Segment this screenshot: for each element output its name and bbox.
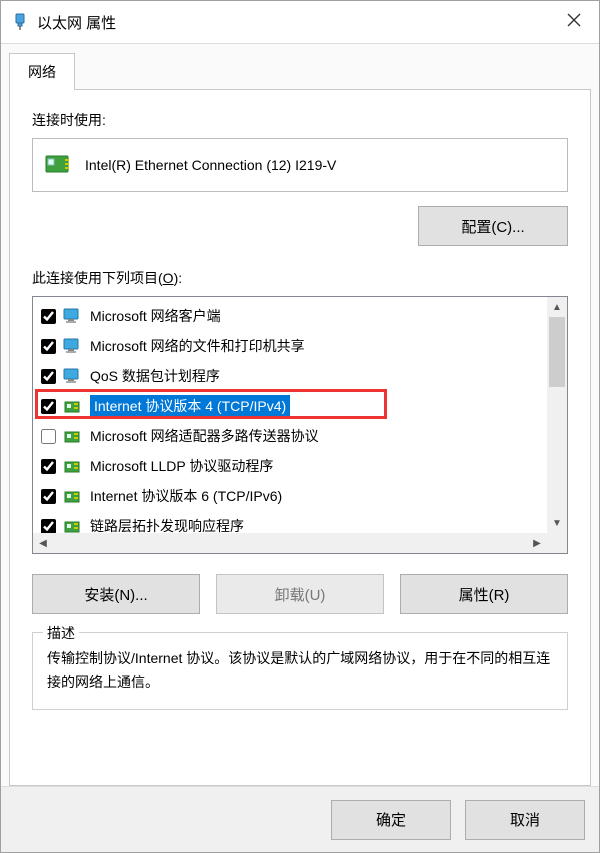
list-item-checkbox[interactable] xyxy=(41,399,56,414)
protocol-icon xyxy=(62,516,84,533)
ok-button[interactable]: 确定 xyxy=(331,800,451,840)
list-item[interactable]: Microsoft 网络适配器多路传送器协议 xyxy=(37,421,547,451)
scroll-right-arrow-icon[interactable]: ▶ xyxy=(527,533,547,553)
properties-button[interactable]: 属性(R) xyxy=(400,574,568,614)
list-item-checkbox[interactable] xyxy=(41,309,56,324)
dialog-body: 网络 连接时使用: Intel(R) Ethernet Connection (… xyxy=(1,43,599,852)
list-item-label: Microsoft 网络适配器多路传送器协议 xyxy=(90,426,319,446)
list-item-label: 链路层拓扑发现响应程序 xyxy=(90,516,244,533)
horizontal-scrollbar[interactable]: ◀ ▶ xyxy=(33,533,547,553)
list-item-label: Internet 协议版本 6 (TCP/IPv6) xyxy=(90,486,282,506)
list-item-checkbox[interactable] xyxy=(41,429,56,444)
description-text: 传输控制协议/Internet 协议。该协议是默认的广域网络协议，用于在不同的相… xyxy=(47,647,553,695)
list-item-checkbox[interactable] xyxy=(41,369,56,384)
titlebar: 以太网 属性 xyxy=(1,1,599,43)
client-icon xyxy=(62,366,84,386)
items-label: 此连接使用下列项目(O): xyxy=(32,268,568,288)
scroll-up-arrow-icon[interactable]: ▲ xyxy=(547,297,567,317)
list-item[interactable]: Internet 协议版本 6 (TCP/IPv6) xyxy=(37,481,547,511)
connect-using-label: 连接时使用: xyxy=(32,110,568,130)
adapter-box: Intel(R) Ethernet Connection (12) I219-V xyxy=(32,138,568,192)
scroll-left-arrow-icon[interactable]: ◀ xyxy=(33,533,53,553)
close-icon xyxy=(567,12,581,32)
ethernet-icon xyxy=(11,13,29,31)
client-icon xyxy=(62,306,84,326)
list-item-label: QoS 数据包计划程序 xyxy=(90,366,220,386)
scroll-track[interactable] xyxy=(547,317,567,513)
client-icon xyxy=(62,336,84,356)
vertical-scrollbar[interactable]: ▲ ▼ xyxy=(547,297,567,533)
cancel-button[interactable]: 取消 xyxy=(465,800,585,840)
list-item[interactable]: Microsoft 网络客户端 xyxy=(37,301,547,331)
list-item-label: Microsoft 网络客户端 xyxy=(90,306,221,326)
install-button-label: 安装(N)... xyxy=(84,584,147,605)
dialog-footer: 确定 取消 xyxy=(1,786,599,852)
protocol-icon xyxy=(62,426,84,446)
tab-network[interactable]: 网络 xyxy=(9,53,75,90)
list-item-checkbox[interactable] xyxy=(41,489,56,504)
description-group: 描述 传输控制协议/Internet 协议。该协议是默认的广域网络协议，用于在不… xyxy=(32,632,568,710)
list-item[interactable]: 链路层拓扑发现响应程序 xyxy=(37,511,547,533)
cancel-button-label: 取消 xyxy=(510,809,540,830)
scroll-thumb[interactable] xyxy=(549,317,565,387)
description-legend: 描述 xyxy=(43,623,79,643)
list-item-checkbox[interactable] xyxy=(41,519,56,534)
nic-icon xyxy=(45,153,73,177)
list-item[interactable]: Internet 协议版本 4 (TCP/IPv4) xyxy=(37,391,547,421)
list-item-checkbox[interactable] xyxy=(41,339,56,354)
install-button[interactable]: 安装(N)... xyxy=(32,574,200,614)
tab-panel-network: 连接时使用: Intel(R) Ethernet Connection (12)… xyxy=(9,89,591,786)
protocol-icon xyxy=(62,486,84,506)
list-item-label: Internet 协议版本 4 (TCP/IPv4) xyxy=(90,395,290,417)
list-item-label: Microsoft 网络的文件和打印机共享 xyxy=(90,336,305,356)
adapter-name: Intel(R) Ethernet Connection (12) I219-V xyxy=(85,157,336,173)
list-item-label: Microsoft LLDP 协议驱动程序 xyxy=(90,456,273,476)
properties-button-label: 属性(R) xyxy=(459,584,510,605)
close-button[interactable] xyxy=(549,1,599,43)
uninstall-button: 卸载(U) xyxy=(216,574,384,614)
scrollbar-corner xyxy=(547,533,567,553)
tabstrip: 网络 xyxy=(1,44,599,89)
list-item[interactable]: QoS 数据包计划程序 xyxy=(37,361,547,391)
list-item-checkbox[interactable] xyxy=(41,459,56,474)
protocol-icon xyxy=(62,396,84,416)
uninstall-button-label: 卸载(U) xyxy=(275,584,326,605)
list-item[interactable]: Microsoft 网络的文件和打印机共享 xyxy=(37,331,547,361)
window-title: 以太网 属性 xyxy=(37,12,116,33)
list-item[interactable]: Microsoft LLDP 协议驱动程序 xyxy=(37,451,547,481)
configure-button-label: 配置(C)... xyxy=(461,216,524,237)
protocol-icon xyxy=(62,456,84,476)
scroll-down-arrow-icon[interactable]: ▼ xyxy=(547,513,567,533)
components-listbox[interactable]: Microsoft 网络客户端 Microsoft 网络的文件和打印机共享 QoS … xyxy=(32,296,568,554)
ok-button-label: 确定 xyxy=(376,809,406,830)
configure-button[interactable]: 配置(C)... xyxy=(418,206,568,246)
